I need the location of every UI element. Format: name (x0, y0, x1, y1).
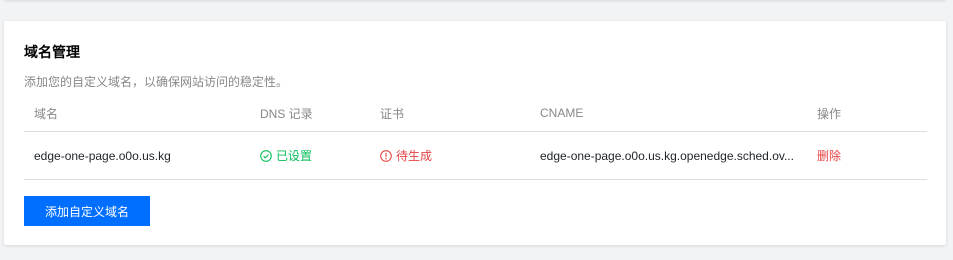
cname-cell: edge-one-page.o0o.us.kg.openedge.sched.o… (540, 132, 802, 179)
alert-circle-icon (380, 149, 392, 162)
column-header-domain: 域名 (34, 106, 59, 121)
column-header-dns: DNS 记录 (260, 106, 313, 121)
dns-status-label: 已设置 (276, 149, 313, 163)
table-row: edge-one-page.o0o.us.kg 已设置 待生成 edge-one… (24, 132, 927, 180)
cname-value: edge-one-page.o0o.us.kg.openedge.sched.o… (540, 148, 794, 163)
domain-table: 域名 DNS 记录 证书 CNAME 操作 edge-one-page.o0o.… (24, 95, 927, 180)
domain-cell: edge-one-page.o0o.us.kg (34, 148, 171, 163)
certificate-status: 待生成 (380, 132, 530, 179)
section-description: 添加您的自定义域名，以确保网站访问的稳定性。 (24, 75, 289, 89)
table-header: 域名 DNS 记录 证书 CNAME 操作 (24, 95, 927, 132)
column-header-certificate: 证书 (380, 106, 405, 121)
certificate-status-label: 待生成 (396, 149, 433, 163)
section-title: 域名管理 (24, 44, 80, 60)
delete-link[interactable]: 删除 (817, 147, 841, 164)
column-header-actions: 操作 (817, 106, 842, 121)
domain-management-card: 域名管理 添加您的自定义域名，以确保网站访问的稳定性。 域名 DNS 记录 证书… (4, 21, 946, 245)
check-circle-icon (260, 149, 272, 162)
actions-cell: 删除 (817, 132, 917, 179)
add-custom-domain-button[interactable]: 添加自定义域名 (24, 196, 150, 226)
column-header-cname: CNAME (540, 106, 584, 120)
dns-status: 已设置 (260, 132, 370, 179)
